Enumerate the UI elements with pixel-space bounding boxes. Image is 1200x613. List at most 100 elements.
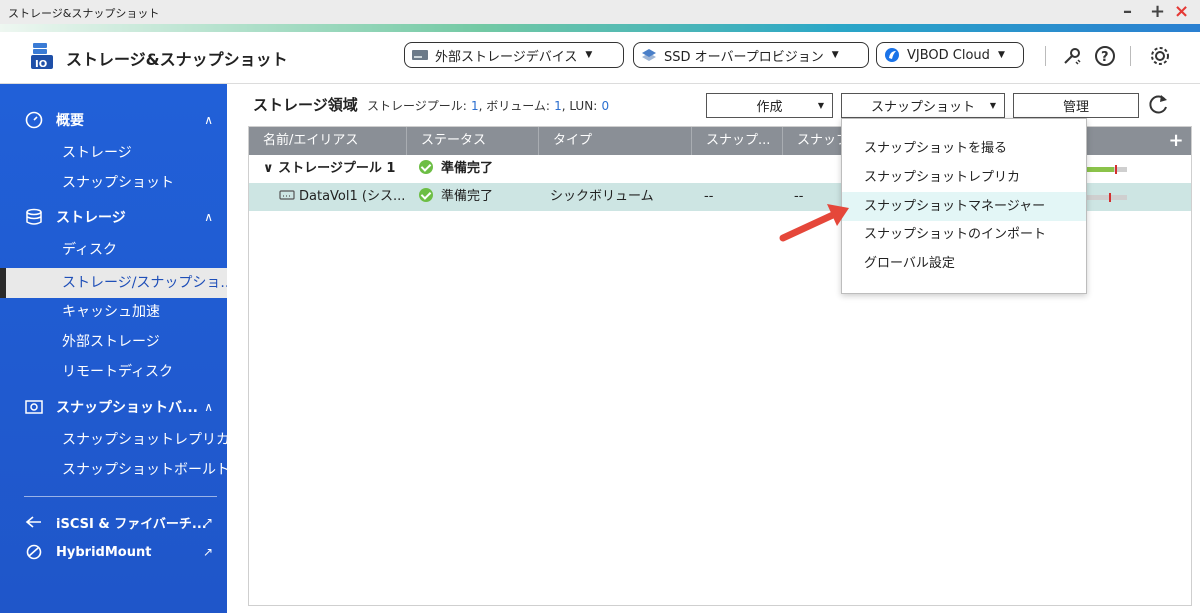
header-divider (1045, 46, 1046, 66)
sidebar-item-snapshot-vault[interactable]: スナップショットボールト (0, 455, 227, 485)
column-header-name[interactable]: 名前/エイリアス (249, 127, 407, 155)
ssd-label: SSD オーバープロビジョン (664, 49, 824, 65)
sidebar-item-snapshot-overview[interactable]: スナップショット (0, 168, 227, 198)
external-link-icon: ↗ (202, 545, 213, 559)
menu-item-global-settings[interactable]: グローバル設定 (842, 249, 1086, 278)
caret-down-icon: ▼ (831, 50, 839, 60)
vjbod-cloud-button[interactable]: VJBOD Cloud ▼ (876, 42, 1024, 68)
database-icon (24, 207, 44, 227)
sidebar-item-storage-snapshot[interactable]: ストレージ/スナップショ... (0, 268, 227, 298)
sidebar-item-cache-acceleration[interactable]: キャッシュ加速 (0, 297, 227, 327)
help-icon[interactable]: ? (1093, 44, 1117, 68)
minimize-button[interactable]: – (1123, 1, 1132, 22)
caret-down-icon: ▼ (989, 101, 996, 110)
pool-name-cell: ∨ ストレージプール 1 (263, 155, 395, 183)
snapshot-dropdown-button[interactable]: スナップショット ▼ (841, 93, 1005, 118)
sidebar-item-disk[interactable]: ディスク (0, 235, 227, 265)
snapshot-dropdown-menu: スナップショットを撮る スナップショットレプリカ スナップショットマネージャー … (841, 118, 1087, 294)
caret-down-icon: ▼ (585, 50, 593, 60)
tools-icon[interactable] (1060, 44, 1084, 68)
sidebar-item-snapshot-replica[interactable]: スナップショットレプリカ (0, 425, 227, 455)
cloud-drop-icon (883, 47, 901, 63)
caret-down-icon: ▼ (817, 101, 824, 110)
sidebar-group-storage[interactable]: ストレージ ∧ (0, 202, 227, 232)
pool-name: ストレージプール 1 (278, 161, 396, 176)
volume-name-cell: DataVol1 (シス... (279, 183, 405, 211)
manage-button[interactable]: 管理 (1013, 93, 1139, 118)
sidebar-link-hybridmount[interactable]: HybridMount ↗ (0, 537, 227, 567)
svg-text:IO: IO (35, 59, 47, 70)
pool-count: 1 (470, 99, 479, 113)
chevron-up-icon: ∧ (204, 210, 213, 224)
vjbod-label: VJBOD Cloud (907, 47, 990, 63)
close-button[interactable]: × (1174, 1, 1189, 22)
add-column-button[interactable]: + (1161, 127, 1191, 155)
caret-down-icon: ▼ (997, 50, 1005, 60)
sidebar-item-remote-disk[interactable]: リモートディスク (0, 357, 227, 387)
snapshot-backup-icon (24, 397, 44, 417)
sidebar-link-iscsi[interactable]: iSCSI & ファイバーチ... ↗ (0, 507, 227, 537)
volume-count-label: , ボリューム: (478, 99, 550, 113)
snapshot-count-cell: -- (704, 189, 714, 204)
refresh-icon[interactable] (1145, 92, 1171, 118)
window-title-bar: ストレージ&スナップショット – + × (0, 0, 1200, 24)
sidebar-divider (24, 496, 217, 497)
sidebar-item-external-storage[interactable]: 外部ストレージ (0, 327, 227, 357)
sidebar-group-label: ストレージ (56, 210, 126, 226)
storage-app-icon: IO (31, 43, 53, 70)
breadcrumb: ストレージ領域 ストレージプール: 1, ボリューム: 1, LUN: 0 (253, 94, 609, 115)
dashboard-gauge-icon (24, 110, 44, 130)
page-title: ストレージ領域 (253, 96, 358, 114)
accent-gradient-bar (0, 24, 1200, 32)
ssd-icon (640, 47, 658, 63)
settings-gear-icon[interactable] (1148, 44, 1172, 68)
sidebar-link-label: iSCSI & ファイバーチ... (56, 516, 207, 532)
check-circle-icon (419, 160, 433, 174)
check-circle-icon (419, 188, 433, 202)
sidebar-group-label: スナップショットバ... (56, 400, 198, 416)
usage-bar-fill (1087, 167, 1114, 172)
chevron-up-icon: ∧ (204, 400, 213, 414)
menu-item-take-snapshot[interactable]: スナップショットを撮る (842, 134, 1086, 163)
status-text: 準備完了 (441, 189, 494, 204)
menu-item-snapshot-import[interactable]: スナップショットのインポート (842, 220, 1086, 249)
create-dropdown-button[interactable]: 作成 ▼ (706, 93, 833, 118)
chevron-up-icon: ∧ (204, 113, 213, 127)
external-storage-label: 外部ストレージデバイス (435, 49, 578, 65)
column-header-status[interactable]: ステータス (407, 127, 539, 155)
column-header-snapshot-count[interactable]: スナップ... (692, 127, 783, 155)
status-cell: 準備完了 (419, 155, 493, 183)
iscsi-icon (24, 512, 44, 532)
maximize-button[interactable]: + (1150, 1, 1165, 22)
lun-count-label: , LUN: (561, 99, 598, 113)
type-cell: シックボリューム (550, 189, 654, 204)
ssd-overprovisioning-button[interactable]: SSD オーバープロビジョン ▼ (633, 42, 869, 68)
usage-bar-fill (1087, 195, 1107, 200)
external-storage-device-button[interactable]: 外部ストレージデバイス ▼ (404, 42, 624, 68)
app-header: IO ストレージ&スナップショット 外部ストレージデバイス ▼ SSD オーバー… (0, 32, 1200, 84)
sidebar-item-storage-overview[interactable]: ストレージ (0, 138, 227, 168)
sidebar-group-snapshot-backup[interactable]: スナップショットバ... ∧ (0, 392, 227, 422)
menu-item-snapshot-manager[interactable]: スナップショットマネージャー (842, 192, 1086, 221)
window-title: ストレージ&スナップショット (8, 7, 160, 20)
snapshot-label: スナップショット (870, 100, 975, 115)
column-header-type[interactable]: タイプ (539, 127, 692, 155)
chevron-down-icon[interactable]: ∨ (263, 161, 274, 176)
volume-drive-icon (279, 190, 295, 200)
create-label: 作成 (756, 100, 783, 115)
sidebar: 概要 ∧ ストレージ スナップショット ストレージ ∧ ディスク ストレージ/ス… (0, 84, 227, 613)
threshold-marker (1115, 165, 1117, 174)
menu-item-snapshot-replica[interactable]: スナップショットレプリカ (842, 163, 1086, 192)
volume-name: DataVol1 (シス... (299, 189, 406, 204)
sidebar-group-label: 概要 (56, 113, 84, 129)
usage-bar (1087, 165, 1127, 174)
threshold-marker (1109, 193, 1111, 202)
volume-count: 1 (554, 99, 562, 113)
svg-text:?: ? (1101, 50, 1109, 65)
lun-count: 0 (601, 99, 610, 113)
status-text: 準備完了 (441, 161, 494, 176)
usage-bar (1087, 193, 1127, 202)
manage-label: 管理 (1062, 100, 1089, 115)
sidebar-group-overview[interactable]: 概要 ∧ (0, 105, 227, 135)
storage-summary: ストレージプール: 1, ボリューム: 1, LUN: 0 (367, 99, 609, 113)
